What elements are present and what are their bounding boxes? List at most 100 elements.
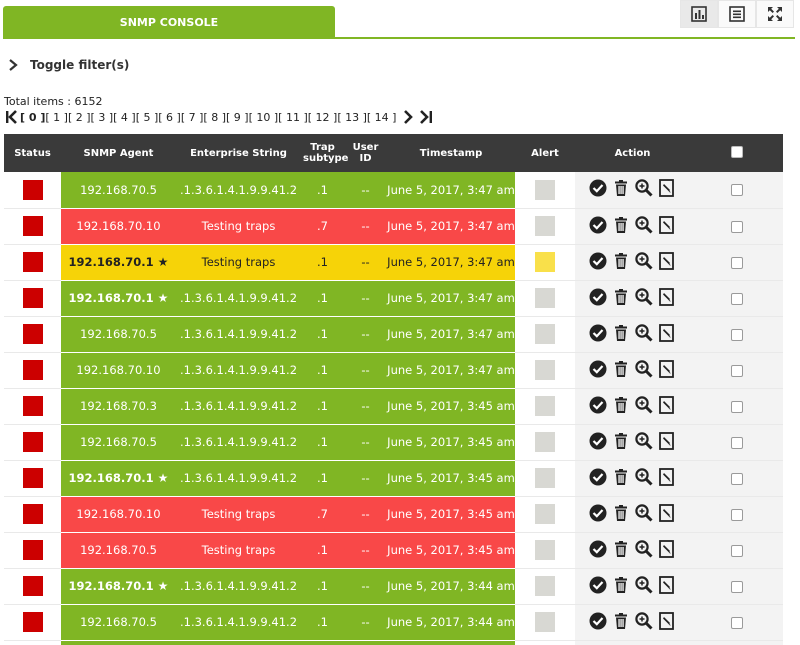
validate-icon[interactable] — [588, 323, 608, 343]
row-checkbox[interactable] — [730, 256, 743, 269]
page-link-1[interactable]: [ 1 ] — [45, 111, 68, 124]
snmp-agent-cell[interactable]: 192.168.70.1 ★ — [61, 244, 176, 281]
trash-icon[interactable] — [611, 503, 631, 523]
zoom-icon[interactable] — [634, 178, 654, 198]
row-checkbox[interactable] — [730, 508, 743, 521]
trash-icon[interactable] — [611, 251, 631, 271]
snmp-agent-cell[interactable]: 192.168.70.10 — [61, 496, 176, 533]
page-link-2[interactable]: [ 2 ] — [68, 111, 91, 124]
trash-icon[interactable] — [611, 323, 631, 343]
validate-icon[interactable] — [588, 539, 608, 559]
snmp-agent-cell[interactable]: 192.168.70.1 ★ — [61, 568, 176, 605]
tab-snmp-console[interactable]: SNMP CONSOLE — [3, 6, 335, 38]
row-checkbox[interactable] — [730, 472, 743, 485]
edit-icon[interactable] — [657, 287, 677, 307]
snmp-agent-cell[interactable]: 192.168.70.10 — [61, 352, 176, 389]
page-link-0[interactable]: [ 0 ] — [20, 111, 45, 124]
zoom-icon[interactable] — [634, 395, 654, 415]
trash-icon[interactable] — [611, 611, 631, 631]
edit-icon[interactable] — [657, 178, 677, 198]
page-link-6[interactable]: [ 6 ] — [158, 111, 181, 124]
edit-icon[interactable] — [657, 431, 677, 451]
edit-icon[interactable] — [657, 215, 677, 235]
row-checkbox[interactable] — [730, 220, 743, 233]
header-timestamp[interactable]: Timestamp — [387, 134, 515, 172]
table-row[interactable]: 192.168.70.5 .1.3.6.1.4.1.9.9.41.2.1 -- Jun… — [4, 316, 783, 353]
header-trap-subtype[interactable]: Trap subtype — [301, 134, 348, 172]
validate-icon[interactable] — [588, 395, 608, 415]
last-page-icon[interactable] — [418, 110, 434, 124]
table-row[interactable]: 192.168.70.3 .1.3.6.1.4.1.9.9.41.2.1 -- Jun… — [4, 388, 783, 425]
zoom-icon[interactable] — [634, 359, 654, 379]
validate-icon[interactable] — [588, 251, 608, 271]
trash-icon[interactable] — [611, 287, 631, 307]
trash-icon[interactable] — [611, 431, 631, 451]
edit-icon[interactable] — [657, 539, 677, 559]
page-link-4[interactable]: [ 4 ] — [113, 111, 136, 124]
table-row[interactable]: 192.168.70.1 ★ .1.3.6.1.4.1.9.9.41.2.1 -- Ju… — [4, 280, 783, 317]
list-view-icon[interactable] — [718, 0, 756, 28]
table-row[interactable] — [4, 640, 783, 645]
bar-chart-icon[interactable] — [680, 0, 718, 28]
table-row[interactable]: 192.168.70.1 ★ .1.3.6.1.4.1.9.9.41.2.1 -- Ju… — [4, 568, 783, 605]
zoom-icon[interactable] — [634, 539, 654, 559]
zoom-icon[interactable] — [634, 611, 654, 631]
trash-icon[interactable] — [611, 215, 631, 235]
row-checkbox[interactable] — [730, 184, 743, 197]
trash-icon[interactable] — [611, 178, 631, 198]
trash-icon[interactable] — [611, 467, 631, 487]
trash-icon[interactable] — [611, 575, 631, 595]
snmp-agent-cell[interactable] — [61, 640, 176, 645]
row-checkbox[interactable] — [730, 364, 743, 377]
zoom-icon[interactable] — [634, 431, 654, 451]
header-alert[interactable]: Alert — [515, 134, 575, 172]
validate-icon[interactable] — [588, 178, 608, 198]
row-checkbox[interactable] — [730, 436, 743, 449]
page-link-5[interactable]: [ 5 ] — [136, 111, 159, 124]
table-row[interactable]: 192.168.70.10 Testing traps .7 -- June 5, 20… — [4, 208, 783, 245]
snmp-agent-cell[interactable]: 192.168.70.5 — [61, 532, 176, 569]
edit-icon[interactable] — [657, 467, 677, 487]
zoom-icon[interactable] — [634, 215, 654, 235]
zoom-icon[interactable] — [634, 503, 654, 523]
edit-icon[interactable] — [657, 395, 677, 415]
header-enterprise-string[interactable]: Enterprise String — [176, 134, 301, 172]
edit-icon[interactable] — [657, 359, 677, 379]
snmp-agent-cell[interactable]: 192.168.70.3 — [61, 388, 176, 425]
page-link-3[interactable]: [ 3 ] — [91, 111, 114, 124]
edit-icon[interactable] — [657, 323, 677, 343]
header-snmp-agent[interactable]: SNMP Agent — [61, 134, 176, 172]
zoom-icon[interactable] — [634, 323, 654, 343]
zoom-icon[interactable] — [634, 287, 654, 307]
edit-icon[interactable] — [657, 503, 677, 523]
table-row[interactable]: 192.168.70.10 .1.3.6.1.4.1.9.9.41.2.1 -- Ju… — [4, 352, 783, 389]
header-status[interactable]: Status — [4, 134, 61, 172]
page-link-12[interactable]: [ 12 ] — [308, 111, 338, 124]
first-page-icon[interactable] — [4, 110, 20, 124]
snmp-agent-cell[interactable]: 192.168.70.10 — [61, 208, 176, 245]
page-link-11[interactable]: [ 11 ] — [278, 111, 308, 124]
snmp-agent-cell[interactable]: 192.168.70.5 — [61, 316, 176, 353]
validate-icon[interactable] — [588, 431, 608, 451]
validate-icon[interactable] — [588, 359, 608, 379]
validate-icon[interactable] — [588, 467, 608, 487]
page-link-9[interactable]: [ 9 ] — [226, 111, 249, 124]
row-checkbox[interactable] — [730, 292, 743, 305]
edit-icon[interactable] — [657, 575, 677, 595]
validate-icon[interactable] — [588, 215, 608, 235]
page-link-14[interactable]: [ 14 ] — [367, 111, 397, 124]
row-checkbox[interactable] — [730, 580, 743, 593]
trash-icon[interactable] — [611, 359, 631, 379]
validate-icon[interactable] — [588, 503, 608, 523]
header-user-id[interactable]: User ID — [344, 134, 387, 172]
edit-icon[interactable] — [657, 251, 677, 271]
zoom-icon[interactable] — [634, 251, 654, 271]
snmp-agent-cell[interactable]: 192.168.70.5 — [61, 604, 176, 641]
fullscreen-icon[interactable] — [756, 0, 794, 28]
row-checkbox[interactable] — [730, 328, 743, 341]
snmp-agent-cell[interactable]: 192.168.70.5 — [61, 172, 176, 209]
table-row[interactable]: 192.168.70.1 ★ .1.3.6.1.4.1.9.9.41.2.1 -- Ju… — [4, 460, 783, 497]
edit-icon[interactable] — [657, 611, 677, 631]
validate-icon[interactable] — [588, 287, 608, 307]
toggle-filters[interactable]: Toggle filter(s) — [8, 58, 129, 72]
